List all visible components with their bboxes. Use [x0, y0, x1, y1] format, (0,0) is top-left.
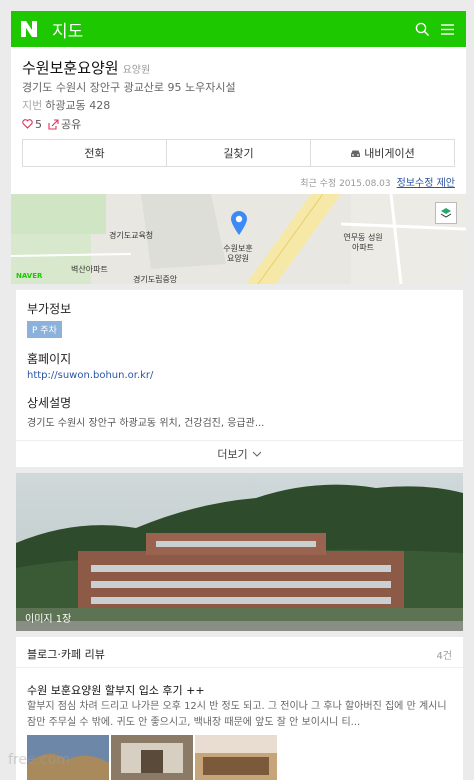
map-label-2: 수원보훈 요양원: [223, 244, 253, 263]
car-icon: [351, 150, 361, 157]
jibun-label: 지번: [22, 99, 43, 112]
homepage-title: 홈페이지: [27, 352, 72, 366]
blog-review-count: 4건: [436, 651, 452, 662]
suggest-edit-link[interactable]: 정보수정 제안: [397, 178, 455, 189]
blog-review-title: 블로그·카페 리뷰: [27, 648, 105, 661]
post-excerpt[interactable]: 할부지 점심 차려 드리고 나가믄 오후 12시 반 정도 되고. 그 전이나 …: [27, 699, 447, 731]
naver-n-icon: [21, 21, 37, 37]
jibun-value: 하광교동 428: [45, 99, 111, 112]
like-count: 5: [35, 117, 42, 131]
more-label: 더보기: [217, 448, 248, 461]
map-view-button[interactable]: [435, 202, 457, 224]
map-preview[interactable]: 경기도교육청 수원보훈 요양원 연무동 성원아파트 벽산아파트 경기도립중앙 N…: [11, 194, 466, 284]
heart-icon: [22, 119, 33, 129]
call-label: 전화: [84, 147, 105, 160]
more-button[interactable]: 더보기: [16, 440, 463, 467]
map-label-3: 연무동 성원아파트: [343, 233, 383, 252]
action-button-row: 전화 길찾기 내비게이션: [22, 139, 455, 167]
building-photo: [16, 473, 463, 631]
navigation-label: 내비게이션: [364, 147, 415, 160]
chevron-down-icon: [252, 451, 262, 457]
naver-logo[interactable]: [11, 11, 47, 47]
additional-info-card: 부가정보 P 주차 홈페이지 http://suwon.bohun.or.kr/…: [16, 290, 463, 467]
post-thumbnail-2[interactable]: [111, 735, 193, 780]
additional-info-title: 부가정보: [27, 302, 72, 316]
top-bar: 지도: [11, 11, 466, 47]
directions-button[interactable]: 길찾기: [167, 140, 311, 166]
page-title: 지도: [52, 21, 84, 42]
blog-review-header[interactable]: 블로그·카페 리뷰 4건: [16, 637, 463, 668]
place-jibun: 지번 하광교동 428: [22, 97, 110, 113]
description-text: 경기도 수원시 장안구 하광교동 위치, 건강검진, 응급관...: [27, 418, 265, 429]
navigation-button[interactable]: 내비게이션: [311, 140, 454, 166]
location-pin-icon: [231, 211, 247, 235]
post-title[interactable]: 수원 보훈요양원 할부지 입소 후기 ++: [27, 682, 205, 698]
place-title: 수원보훈요양원: [22, 59, 119, 77]
like-button[interactable]: 5: [22, 118, 42, 131]
updated-date: 최근 수정 2015.08.03: [300, 179, 391, 189]
menu-icon[interactable]: [440, 22, 455, 37]
map-label-1: 경기도교육청: [109, 231, 154, 240]
place-category: 요양원: [122, 65, 151, 76]
place-address: 경기도 수원시 장안구 광교산로 95 노우자시설: [22, 81, 236, 94]
description-title: 상세설명: [27, 396, 72, 410]
place-info-card: 수원보훈요양원 요양원 경기도 수원시 장안구 광교산로 95 노우자시설 지번 하…: [11, 47, 466, 194]
blog-review-card: 블로그·카페 리뷰 4건 수원 보훈요양원 할부지 입소 후기 ++ 할부지 점…: [16, 637, 463, 780]
call-button[interactable]: 전화: [23, 140, 167, 166]
parking-badge: P 주차: [27, 321, 62, 338]
photo-count: 이미지 1장: [25, 614, 72, 625]
homepage-link[interactable]: http://suwon.bohun.or.kr/: [27, 370, 153, 381]
map-label-4: 벽산아파트: [71, 265, 108, 274]
place-name: 수원보훈요양원 요양원: [22, 57, 150, 78]
place-actions: 5 공유: [22, 116, 81, 132]
share-button[interactable]: 공유: [48, 116, 81, 132]
map-label-5: 경기도립중앙: [133, 275, 178, 284]
share-icon: [48, 118, 59, 130]
directions-label: 길찾기: [223, 147, 254, 160]
naver-map-mark: NAVER: [16, 272, 43, 280]
share-label: 공유: [61, 118, 82, 131]
map-layers-icon: [440, 208, 452, 218]
post-thumbnail-3[interactable]: [195, 735, 277, 780]
search-icon[interactable]: [415, 22, 430, 37]
last-updated: 최근 수정 2015.08.03 정보수정 제안: [300, 174, 455, 189]
watermark: free.com: [8, 752, 70, 768]
place-photo[interactable]: 이미지 1장: [16, 473, 463, 631]
